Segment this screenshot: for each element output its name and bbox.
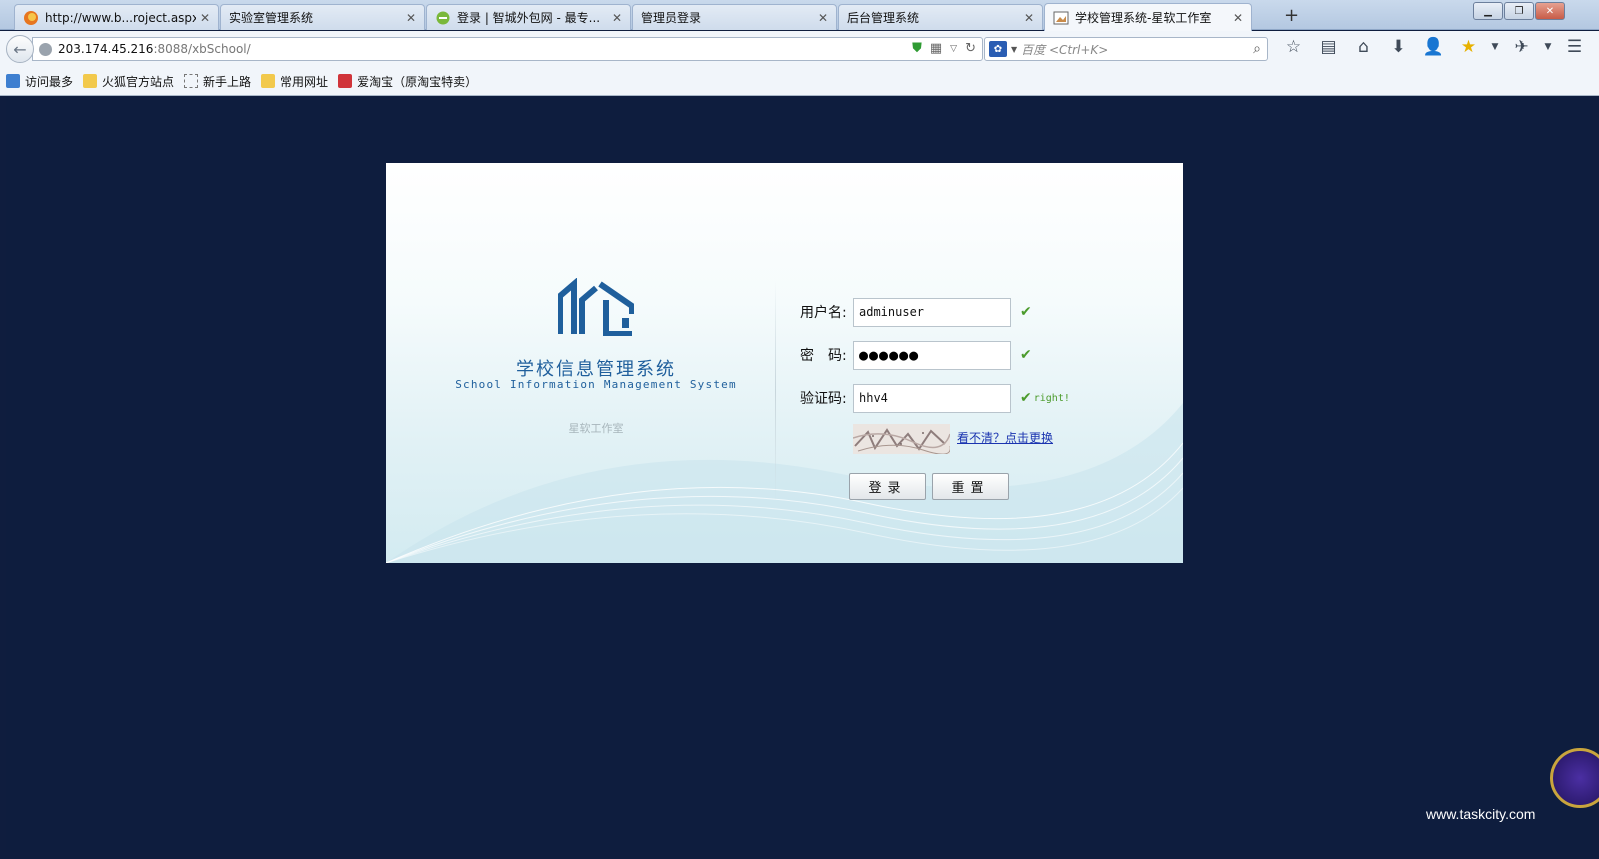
tab-title: 学校管理系统-星软工作室 xyxy=(1075,11,1212,25)
close-icon[interactable]: ✕ xyxy=(1024,11,1034,25)
tab-5[interactable]: 后台管理系统 ✕ xyxy=(838,4,1043,30)
check-icon: ✔ xyxy=(1020,304,1032,320)
bookmark-firefox-site[interactable]: 火狐官方站点 xyxy=(83,73,174,90)
captcha-row: 验证码: hhv4 ✔ right! xyxy=(800,383,1070,413)
folder-icon xyxy=(261,74,276,88)
chevron-down-icon[interactable]: ▼ xyxy=(1539,42,1557,52)
username-label: 用户名: xyxy=(800,305,847,321)
bookmark-label: 新手上路 xyxy=(203,74,252,89)
bookmark-star-icon[interactable]: ☆ xyxy=(1276,37,1311,57)
tab-3[interactable]: 登录 | 智城外包网 - 最专... ✕ xyxy=(426,4,631,30)
reload-icon[interactable]: ↻ xyxy=(965,41,976,56)
url-host: 203.174.45.216 xyxy=(58,42,154,56)
navigation-toolbar: 203.174.45.216:8088/xbSchool/ ⛊ ▦ ▽ ↻ ← … xyxy=(0,31,1599,67)
back-arrow-icon: ← xyxy=(13,39,27,59)
bookmarks-toolbar: 访问最多 火狐官方站点 新手上路 常用网址 爱淘宝（原淘宝特卖） xyxy=(0,67,1599,96)
url-path: :8088/xbSchool/ xyxy=(153,42,251,56)
captcha-image[interactable] xyxy=(853,424,950,454)
panel-divider xyxy=(775,280,776,503)
login-panel: 学校信息管理系统 School Information Management S… xyxy=(386,163,1183,563)
window-close-button[interactable]: ✕ xyxy=(1535,2,1565,20)
browser-tab-strip: http://www.b...roject.aspx ✕ 实验室管理系统 ✕ 登… xyxy=(0,0,1599,31)
tab-title: 登录 | 智城外包网 - 最专... xyxy=(457,11,601,25)
dropdown-arrow-icon[interactable]: ▽ xyxy=(950,44,957,54)
check-icon: ✔ xyxy=(1020,347,1032,363)
close-icon[interactable]: ✕ xyxy=(406,11,416,25)
bookmark-label: 爱淘宝（原淘宝特卖） xyxy=(357,74,478,89)
school-logo-icon xyxy=(558,278,634,336)
username-row: 用户名: adminuser ✔ xyxy=(800,297,1032,327)
password-field[interactable]: ●●●●●● xyxy=(853,340,1011,370)
bookmark-folder-icon xyxy=(6,74,20,88)
tab-1[interactable]: http://www.b...roject.aspx ✕ xyxy=(14,4,219,30)
reading-list-icon[interactable]: ▤ xyxy=(1311,37,1346,57)
bookmark-label: 常用网址 xyxy=(280,74,329,89)
close-icon[interactable]: ✕ xyxy=(1233,11,1243,25)
tab-title: 实验室管理系统 xyxy=(229,11,314,25)
close-icon[interactable]: ✕ xyxy=(612,11,622,25)
login-button[interactable]: 登录 xyxy=(849,473,926,500)
watermark: www.taskcity.com xyxy=(1426,806,1536,822)
shield-icon[interactable]: ⛊ xyxy=(912,41,922,56)
refresh-captcha-link[interactable]: 看不清？点击更换 xyxy=(957,429,1053,446)
bookmark-label: 火狐官方站点 xyxy=(102,74,175,89)
studio-name: 星软工作室 xyxy=(568,422,624,435)
username-field[interactable]: adminuser xyxy=(853,297,1011,327)
home-icon[interactable]: ⌂ xyxy=(1346,37,1381,57)
tab-2[interactable]: 实验室管理系统 ✕ xyxy=(220,4,425,30)
password-label: 密 码: xyxy=(800,348,847,364)
close-icon[interactable]: ✕ xyxy=(200,11,210,25)
tab-title: 管理员登录 xyxy=(641,11,702,25)
taobao-icon xyxy=(338,74,353,88)
tab-title: 后台管理系统 xyxy=(847,11,920,25)
minimize-button[interactable]: ▁ xyxy=(1473,2,1503,20)
firefox-icon xyxy=(23,10,39,26)
page-image-icon xyxy=(1053,10,1069,26)
check-icon: ✔ xyxy=(1020,390,1032,406)
qr-code-icon[interactable]: ▦ xyxy=(930,41,942,56)
green-globe-icon xyxy=(435,10,451,26)
tab-4[interactable]: 管理员登录 ✕ xyxy=(632,4,837,30)
close-icon[interactable]: ✕ xyxy=(818,11,828,25)
tab-6-active[interactable]: 学校管理系统-星软工作室 ✕ xyxy=(1044,3,1252,31)
site-info-icon[interactable] xyxy=(39,42,52,56)
bookmark-common-sites[interactable]: 常用网址 xyxy=(261,73,328,90)
user-icon[interactable]: 👤 xyxy=(1416,37,1451,57)
password-row: 密 码: ●●●●●● ✔ xyxy=(800,340,1032,370)
chevron-down-icon[interactable]: ▼ xyxy=(1011,45,1017,54)
reset-button[interactable]: 重置 xyxy=(932,473,1009,500)
chevron-down-icon[interactable]: ▼ xyxy=(1486,42,1504,52)
search-icon[interactable]: ⌕ xyxy=(1253,41,1261,57)
captcha-field[interactable]: hhv4 xyxy=(853,383,1011,413)
download-icon[interactable]: ⬇ xyxy=(1381,37,1416,57)
addon-plane-icon[interactable]: ✈ xyxy=(1504,37,1539,57)
bookmark-label: 访问最多 xyxy=(25,74,74,89)
tab-title: http://www.b...roject.aspx xyxy=(45,10,196,25)
search-placeholder: 百度 <Ctrl+K> xyxy=(1021,42,1109,57)
menu-icon[interactable]: ☰ xyxy=(1557,37,1592,57)
system-title-en: School Information Management System xyxy=(455,378,737,391)
page-icon xyxy=(184,74,199,88)
back-button[interactable]: ← xyxy=(6,35,34,63)
captcha-label: 验证码: xyxy=(800,391,847,407)
search-bar[interactable]: ✿ ▼ 百度 <Ctrl+K> ⌕ xyxy=(984,37,1268,61)
captcha-status: right! xyxy=(1033,392,1070,404)
bookmark-getting-started[interactable]: 新手上路 xyxy=(184,73,251,90)
new-tab-button[interactable]: + xyxy=(1284,5,1299,26)
folder-icon xyxy=(83,74,98,88)
restore-button[interactable]: ❐ xyxy=(1504,2,1534,20)
baidu-paw-icon[interactable]: ✿ xyxy=(989,41,1007,57)
bookmark-most-visited[interactable]: 访问最多 xyxy=(6,73,73,90)
address-bar[interactable]: 203.174.45.216:8088/xbSchool/ ⛊ ▦ ▽ ↻ xyxy=(32,37,983,61)
addon-star-icon[interactable]: ★ xyxy=(1451,37,1486,57)
bookmark-ai-taobao[interactable]: 爱淘宝（原淘宝特卖） xyxy=(338,73,477,90)
